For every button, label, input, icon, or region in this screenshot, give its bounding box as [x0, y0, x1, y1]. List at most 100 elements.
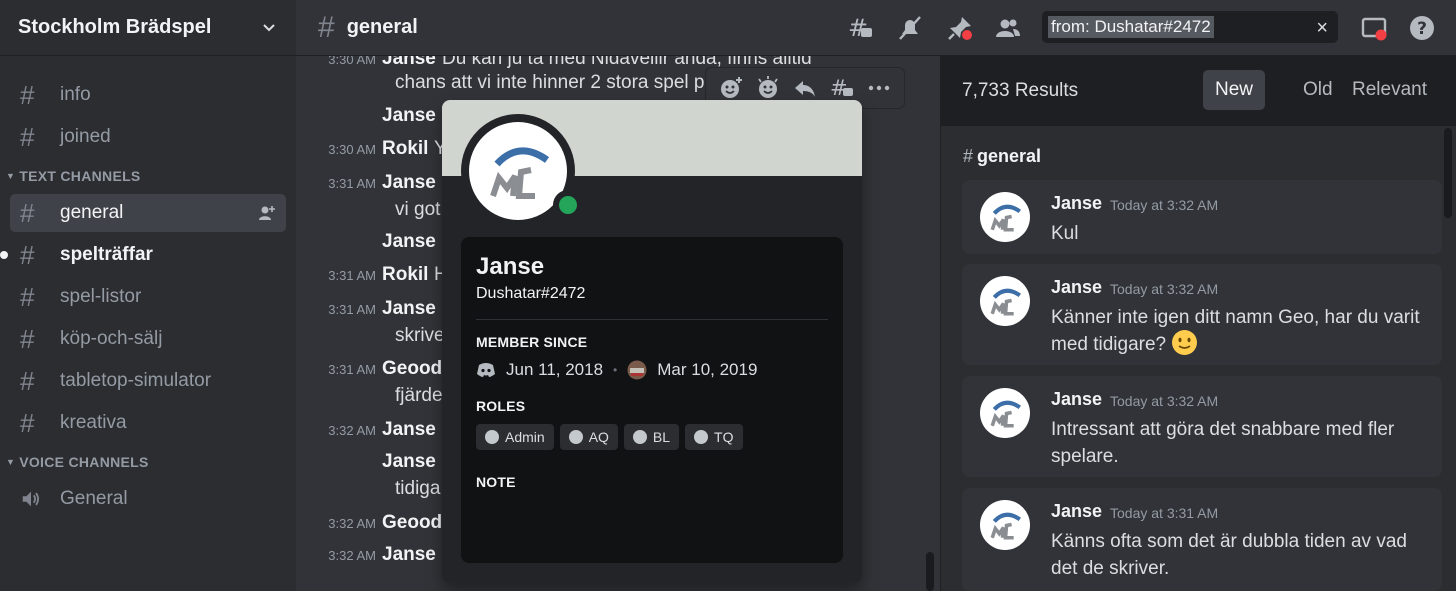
sort-tab-new[interactable]: New	[1203, 70, 1266, 110]
channel-item-general[interactable]: # general	[10, 194, 286, 232]
caret-down-icon: ▼	[6, 171, 16, 181]
online-status-indicator	[553, 190, 583, 220]
username: Dushatar#2472	[476, 285, 586, 302]
message-author[interactable]: Janse	[382, 544, 436, 566]
avatar[interactable]	[980, 276, 1030, 326]
message-author[interactable]: Janse	[382, 172, 436, 194]
member-since-row: Jun 11, 2018 • Mar 10, 2019	[476, 360, 828, 380]
help-icon[interactable]: ?	[1408, 14, 1436, 42]
role-tq[interactable]: TQ	[685, 424, 743, 450]
message-author[interactable]: Janse	[382, 56, 436, 70]
create-thread-icon[interactable]: #	[829, 75, 855, 101]
channel-item-kop-och-salj[interactable]: # köp-och-sälj	[10, 320, 286, 358]
message-author[interactable]: Janse	[382, 231, 436, 253]
hash-icon: #	[318, 10, 335, 44]
mc-logo-icon	[990, 400, 1021, 428]
channel-label: general	[60, 202, 124, 223]
avatar[interactable]	[980, 388, 1030, 438]
server-join-date: Mar 10, 2019	[657, 360, 758, 379]
avatar-frame[interactable]	[461, 114, 583, 228]
profile-card: Janse Dushatar#2472 MEMBER SINCE Jun 11,…	[461, 237, 843, 563]
sort-tab-old[interactable]: Old	[1291, 70, 1345, 110]
voice-channel-general[interactable]: General	[10, 480, 286, 518]
result-timestamp: Today at 3:32 AM	[1110, 197, 1219, 213]
avatar[interactable]	[980, 192, 1030, 242]
search-result[interactable]: Janse Today at 3:32 AM Känner inte igen …	[962, 264, 1442, 365]
inbox-icon[interactable]	[1360, 14, 1388, 42]
role-color-dot	[632, 430, 647, 444]
server-icon	[627, 360, 647, 380]
hash-icon: #	[20, 281, 35, 312]
result-text: Intressant att göra det snabbare med fle…	[1051, 419, 1395, 467]
timestamp: 3:32 AM	[328, 516, 376, 531]
role-label: BL	[652, 429, 671, 445]
mc-logo-icon	[990, 204, 1021, 232]
category-text-channels[interactable]: ▼ TEXT CHANNELS	[0, 162, 296, 190]
add-reaction-icon[interactable]	[718, 75, 744, 101]
message-author[interactable]: Rokil	[382, 264, 428, 286]
hash-icon: #	[963, 146, 974, 166]
message-author[interactable]: Rokil	[382, 138, 428, 160]
channel-title: general	[346, 16, 418, 38]
result-text: Känns ofta som det är dubbla tiden av va…	[1051, 531, 1407, 579]
result-author[interactable]: Janse	[1051, 277, 1102, 298]
mute-bell-icon[interactable]	[896, 14, 924, 42]
result-author[interactable]: Janse	[1051, 501, 1102, 522]
message-author[interactable]: Janse	[382, 419, 436, 441]
channel-label: General	[60, 488, 128, 509]
super-reaction-icon[interactable]	[755, 75, 781, 101]
channel-item-tabletop-simulator[interactable]: # tabletop-simulator	[10, 362, 286, 400]
channel-item-kreativa[interactable]: # kreativa	[10, 404, 286, 442]
roles-list: Admin AQ BL TQ	[476, 424, 828, 450]
channel-item-info[interactable]: # info	[10, 76, 286, 114]
result-timestamp: Today at 3:31 AM	[1110, 505, 1219, 521]
avatar[interactable]	[980, 500, 1030, 550]
role-aq[interactable]: AQ	[559, 424, 618, 450]
server-header[interactable]: Stockholm Brädspel	[0, 0, 296, 56]
message-author[interactable]: Janse	[382, 451, 436, 473]
role-label: Admin	[505, 429, 545, 445]
role-admin[interactable]: Admin	[476, 424, 554, 450]
search-results-panel: 7,733 Results New Old Relevant # general …	[940, 56, 1456, 591]
threads-icon[interactable]: #	[846, 14, 874, 42]
search-result[interactable]: Janse Today at 3:32 AM Kul	[962, 180, 1442, 254]
sort-tab-relevant[interactable]: Relevant	[1340, 70, 1439, 110]
svg-text:#: #	[830, 76, 848, 100]
message-text: fjärde	[395, 385, 443, 406]
timestamp: 3:30 AM	[328, 56, 376, 67]
message-author[interactable]: Janse	[382, 298, 436, 320]
message-text: chans att vi inte hinner 2 stora spel på	[395, 72, 716, 93]
pin-icon[interactable]	[946, 14, 974, 42]
timestamp: 3:31 AM	[328, 362, 376, 377]
category-label: TEXT CHANNELS	[19, 168, 141, 184]
result-timestamp: Today at 3:32 AM	[1110, 281, 1219, 297]
close-icon[interactable]: ×	[1316, 17, 1328, 40]
speaker-icon	[22, 491, 40, 507]
channel-item-spel-listor[interactable]: # spel-listor	[10, 278, 286, 316]
slightly-smiling-face-icon	[1172, 330, 1198, 356]
role-bl[interactable]: BL	[623, 424, 680, 450]
add-member-icon[interactable]	[258, 204, 276, 222]
channel-item-speltraffar[interactable]: # spelträffar	[0, 236, 286, 274]
hash-icon: #	[20, 239, 35, 270]
member-since-heading: MEMBER SINCE	[476, 334, 588, 350]
member-list-icon[interactable]	[994, 14, 1022, 42]
display-name: Janse	[476, 253, 545, 280]
search-result[interactable]: Janse Today at 3:31 AM Känns ofta som de…	[962, 488, 1442, 591]
message-author[interactable]: Janse	[382, 105, 436, 127]
more-options-icon[interactable]	[866, 75, 892, 101]
results-header: 7,733 Results New Old Relevant	[941, 56, 1456, 126]
reply-icon[interactable]	[792, 75, 818, 101]
result-author[interactable]: Janse	[1051, 389, 1102, 410]
result-channel-heading[interactable]: # general	[963, 146, 1041, 167]
timestamp: 3:32 AM	[328, 548, 376, 563]
result-author[interactable]: Janse	[1051, 193, 1102, 214]
category-voice-channels[interactable]: ▼ VOICE CHANNELS	[0, 448, 296, 476]
search-result[interactable]: Janse Today at 3:32 AM Intressant att gö…	[962, 376, 1442, 477]
chevron-down-icon	[263, 23, 275, 31]
channel-item-joined[interactable]: # joined	[10, 118, 286, 156]
chat-scrollbar[interactable]	[926, 552, 934, 591]
results-scrollbar[interactable]	[1444, 128, 1452, 218]
note-input[interactable]	[476, 490, 828, 550]
search-input[interactable]: from: Dushatar#2472 ×	[1042, 11, 1338, 43]
